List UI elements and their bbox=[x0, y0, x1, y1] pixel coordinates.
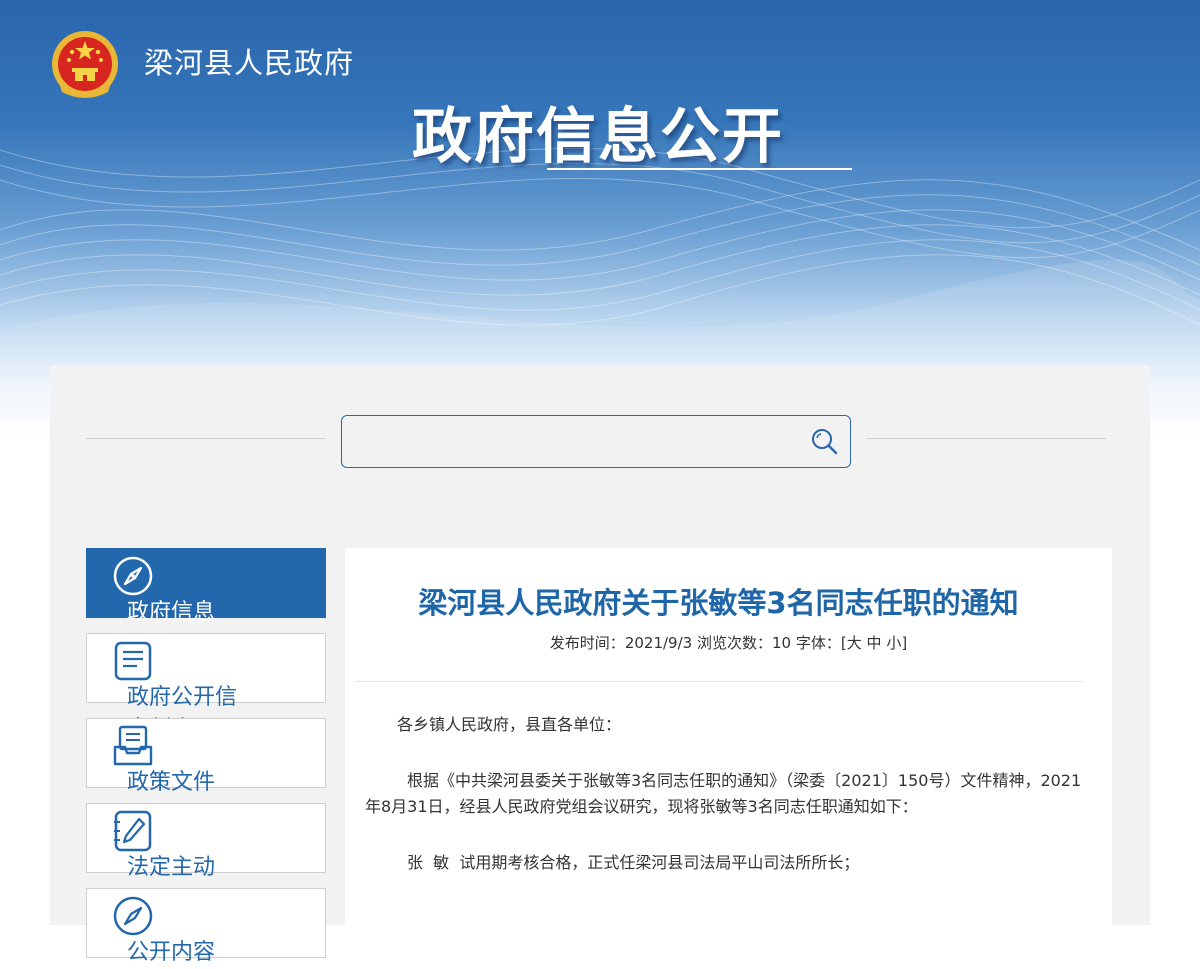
national-emblem-logo bbox=[52, 31, 118, 98]
sidebar-item-label: 公开内容 bbox=[127, 940, 216, 965]
article-paragraph: 张 敏 试用期考核合格，正式任梁河县司法局平山司法所所长； bbox=[407, 853, 860, 872]
sidebar-item-disclosure-system[interactable]: 政府公开信息制度 bbox=[86, 633, 326, 742]
article-meta: 发布时间：2021/9/3 浏览次数：10 字体：[大 中 小] bbox=[345, 632, 1112, 653]
views-label: 浏览次数： bbox=[696, 634, 772, 652]
font-size-large-link[interactable]: 大 bbox=[847, 634, 862, 652]
font-size-label: 字体：[ bbox=[795, 634, 847, 652]
article-paragraph: 根据《中共梁河县委关于张敏等3名同志任职的通知》（梁委〔2021〕150号）文件… bbox=[365, 771, 1082, 816]
search-divider-right bbox=[866, 438, 1106, 439]
article-divider bbox=[355, 681, 1083, 682]
sidebar-item-label: 政策文件 bbox=[127, 770, 216, 795]
font-size-bracket: ] bbox=[901, 634, 908, 652]
font-size-small-link[interactable]: 小 bbox=[886, 634, 901, 652]
article-title: 梁河县人民政府关于张敏等3名同志任职的通知 bbox=[418, 586, 1019, 620]
document-list-icon bbox=[114, 641, 152, 681]
article-container: 梁河县人民政府关于张敏等3名同志任职的通知 发布时间：2021/9/3 浏览次数… bbox=[345, 548, 1112, 948]
compass-icon bbox=[113, 556, 153, 596]
compass-icon bbox=[113, 896, 153, 936]
search-icon[interactable] bbox=[810, 427, 840, 457]
edit-pen-icon bbox=[114, 810, 152, 852]
sidebar-item-statutory-active[interactable]: 法定主动 bbox=[86, 803, 326, 880]
page-title: 政府信息公开 bbox=[412, 102, 784, 172]
main-panel: 政府信息 政府公开信息制度 政策文件 法定主动 bbox=[50, 365, 1150, 965]
inbox-tray-icon bbox=[113, 725, 153, 766]
sidebar-item-policy-files[interactable]: 政策文件 bbox=[86, 718, 326, 795]
search-divider-left bbox=[86, 438, 326, 439]
title-underline bbox=[547, 168, 852, 170]
publish-label: 发布时间： bbox=[549, 634, 625, 652]
search-input[interactable] bbox=[354, 426, 798, 458]
site-name[interactable]: 梁河县人民政府 bbox=[144, 40, 354, 82]
publish-date: 2021/9/3 bbox=[624, 634, 693, 652]
sidebar-item-public-content[interactable]: 公开内容 bbox=[86, 888, 326, 965]
search-box bbox=[341, 415, 851, 468]
article-salutation: 各乡镇人民政府，县直各单位： bbox=[397, 715, 622, 734]
sidebar-item-gov-info[interactable]: 政府信息 bbox=[86, 548, 326, 625]
sidebar-item-label: 法定主动 bbox=[127, 855, 216, 880]
views-count: 10 bbox=[771, 634, 792, 652]
font-size-medium-link[interactable]: 中 bbox=[867, 634, 882, 652]
sidebar-item-label: 政府信息 bbox=[127, 600, 216, 625]
